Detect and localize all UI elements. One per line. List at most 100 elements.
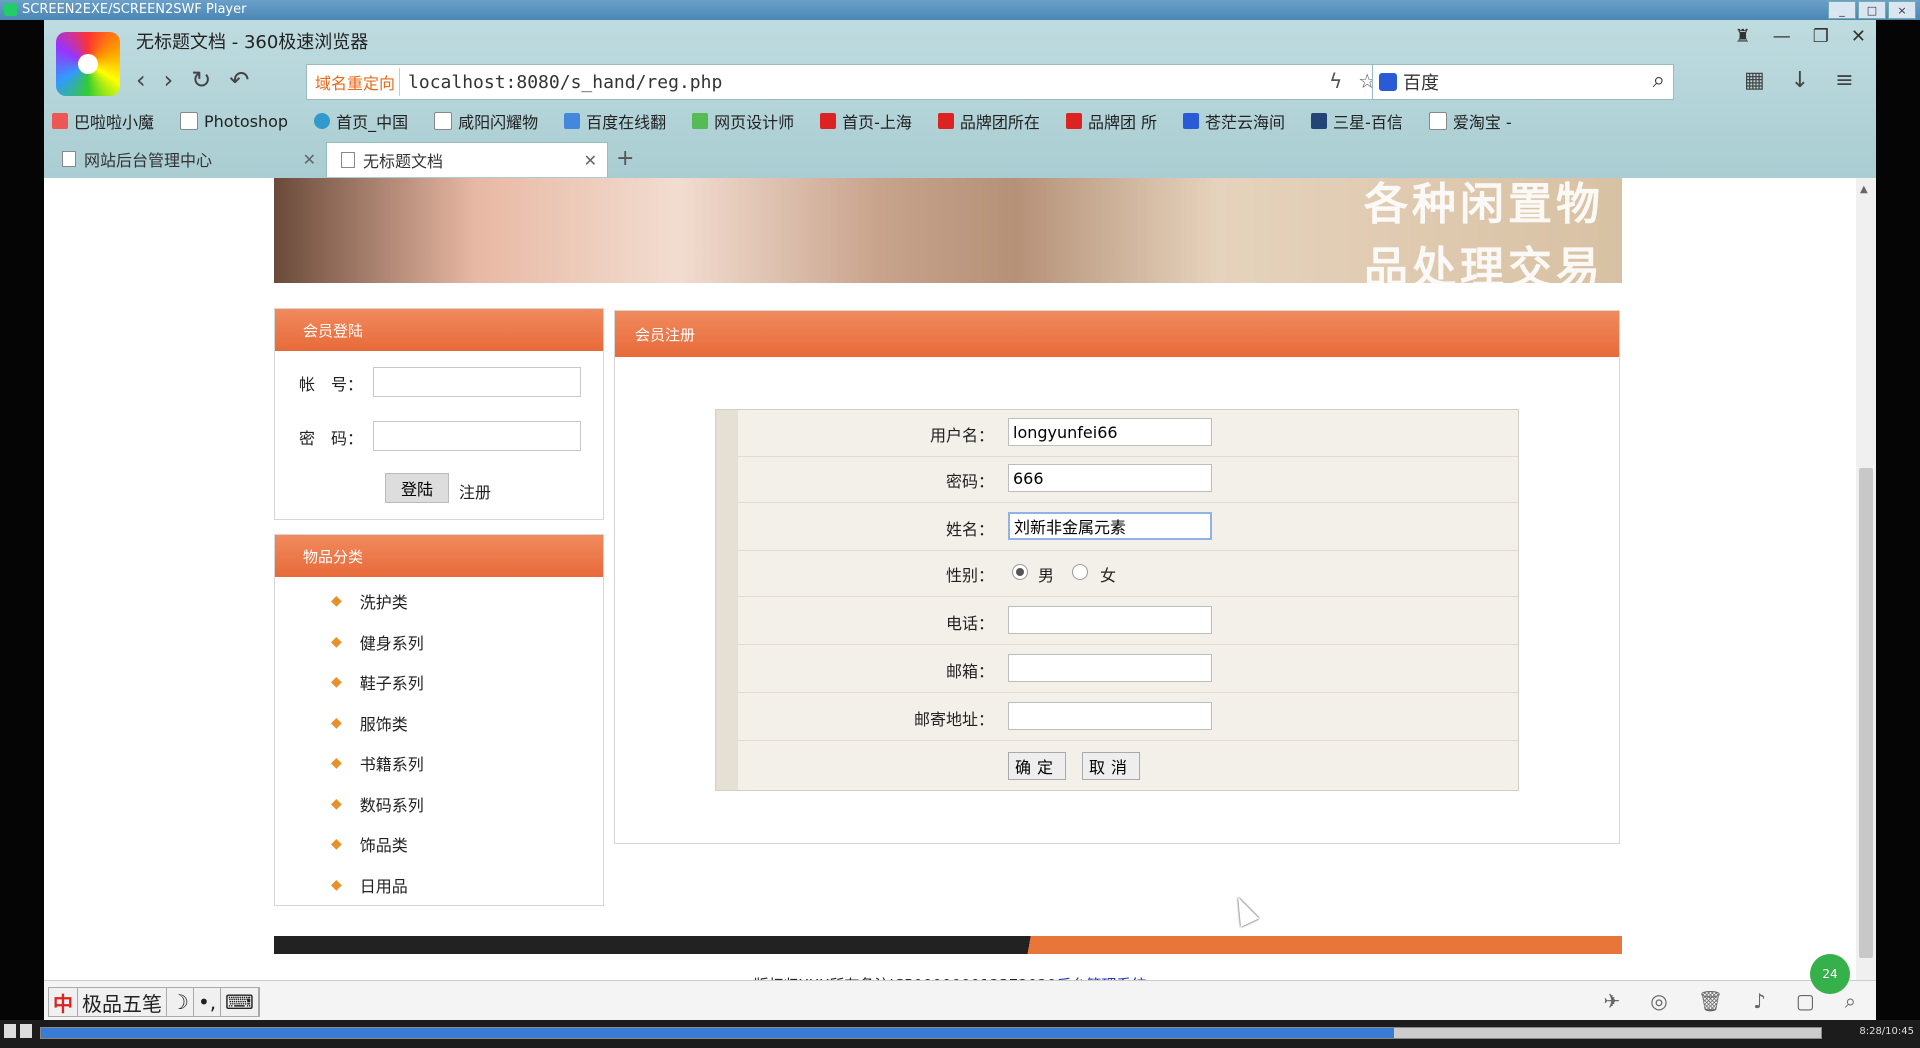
- t-brand-icon: [820, 113, 837, 129]
- password-input[interactable]: [373, 421, 581, 451]
- page-icon: [1428, 112, 1447, 130]
- url-redirect-tag[interactable]: 域名重定向: [311, 68, 401, 96]
- ime-chinese-icon[interactable]: 中: [49, 988, 78, 1016]
- forward-icon[interactable]: ›: [164, 66, 174, 94]
- url-text[interactable]: localhost:8080/s_hand/reg.php: [408, 72, 722, 93]
- bookmark-item[interactable]: 品牌团所在: [937, 108, 1040, 134]
- close-icon[interactable]: ×: [1888, 1, 1916, 19]
- login-button[interactable]: 登陆: [385, 473, 449, 503]
- name-label: 姓名：: [945, 520, 994, 539]
- window-icon[interactable]: ▢: [1796, 989, 1815, 1013]
- gender-female-radio[interactable]: [1072, 564, 1088, 580]
- category-item[interactable]: ◆ 服饰类: [275, 703, 603, 744]
- bookmark-item[interactable]: 咸阳闪耀物: [434, 108, 538, 134]
- form-stripe: [716, 410, 738, 790]
- category-panel: 物品分类 ◆ 洗护类 ◆ 健身系列 ◆ 鞋子系列 ◆ 服饰类 ◆ 书籍系列 ◆ 数码系列 ◆…: [274, 534, 604, 906]
- bullet-icon: ◆: [331, 755, 342, 772]
- reload-icon[interactable]: ↻: [191, 66, 211, 94]
- bullet-icon: ◆: [331, 876, 342, 893]
- confirm-button[interactable]: 确定: [1008, 752, 1067, 780]
- punctuation-icon[interactable]: •,: [194, 988, 222, 1016]
- bookmark-item[interactable]: 三星-百信: [1311, 108, 1403, 134]
- name-input[interactable]: [1008, 512, 1212, 540]
- category-item[interactable]: ◆ 日用品: [275, 865, 603, 906]
- ime-toolbar: 中 极品五笔 ☽ •, ⌨: [48, 987, 260, 1017]
- back-icon[interactable]: ‹: [136, 66, 146, 94]
- bookmark-item[interactable]: 首页_中国: [314, 108, 408, 134]
- category-item[interactable]: ◆ 洗护类: [275, 581, 603, 622]
- screenshot-icon[interactable]: ◎: [1650, 989, 1667, 1013]
- email-label: 邮箱：: [945, 662, 994, 681]
- bookmark-item[interactable]: 爱淘宝 -: [1428, 108, 1512, 134]
- browser-window-controls: ♜ — ❐ ✕: [1735, 26, 1866, 47]
- minimize-icon[interactable]: —: [1773, 26, 1791, 47]
- pin-icon[interactable]: ✈: [1604, 989, 1621, 1013]
- category-item[interactable]: ◆ 健身系列: [275, 622, 603, 663]
- close-icon[interactable]: ✕: [584, 151, 597, 170]
- browser-logo-center: [78, 54, 98, 74]
- moon-icon[interactable]: ☽: [167, 988, 194, 1016]
- ime-name[interactable]: 极品五笔: [78, 988, 167, 1016]
- bookmark-item[interactable]: 苍茫云海间: [1183, 108, 1285, 134]
- browser-chrome: 无标题文档 - 360极速浏览器 ♜ — ❐ ✕ ‹ › ↻ ↶ 域名重定向 l…: [44, 20, 1876, 178]
- pause-icon[interactable]: [4, 1024, 16, 1038]
- progress-bar[interactable]: [40, 1027, 1822, 1039]
- address-input[interactable]: [1008, 702, 1212, 730]
- register-form: 用户名： 密码： 姓名： 性别： 男 女: [715, 409, 1519, 791]
- leaf-icon: [692, 113, 709, 129]
- menu-icon[interactable]: ≡: [1835, 68, 1853, 93]
- password-input[interactable]: [1008, 464, 1212, 492]
- email-input[interactable]: [1008, 654, 1212, 682]
- scroll-up-icon[interactable]: ▲: [1860, 184, 1868, 195]
- bookmark-item[interactable]: 巴啦啦小魔: [52, 108, 154, 134]
- category-item[interactable]: ◆ 书籍系列: [275, 743, 603, 784]
- gender-male-radio[interactable]: [1012, 564, 1028, 580]
- tab-admin[interactable]: 网站后台管理中心 ✕: [48, 142, 326, 176]
- toolbar-right: ▦ ↓ ≡: [1744, 68, 1854, 93]
- t-brand-icon: [937, 113, 954, 129]
- account-label: 帐 号：: [299, 375, 364, 394]
- footer-divider: [274, 936, 1622, 954]
- zoom-icon[interactable]: ⌕: [1845, 989, 1856, 1013]
- close-icon[interactable]: ✕: [1851, 26, 1866, 47]
- trash-icon[interactable]: 🗑: [1698, 989, 1723, 1013]
- bookmark-item[interactable]: 首页-上海: [820, 108, 912, 134]
- category-item[interactable]: ◆ 数码系列: [275, 784, 603, 825]
- bookmark-item[interactable]: 品牌团 所: [1065, 108, 1157, 134]
- search-icon[interactable]: ⌕: [1653, 68, 1665, 93]
- baidu-paw-icon: [1379, 73, 1397, 91]
- maximize-icon[interactable]: □: [1858, 1, 1886, 19]
- plus-icon[interactable]: +: [616, 146, 634, 171]
- category-item[interactable]: ◆ 鞋子系列: [275, 662, 603, 703]
- bookmark-item[interactable]: Photoshop: [180, 108, 288, 134]
- email-row: 邮箱：: [738, 644, 1518, 693]
- keyboard-icon[interactable]: ⌨: [221, 988, 259, 1016]
- minimize-icon[interactable]: _: [1828, 1, 1856, 19]
- undo-icon[interactable]: ↶: [229, 66, 249, 94]
- lightning-icon[interactable]: ϟ: [1329, 69, 1342, 93]
- account-input[interactable]: [373, 367, 581, 397]
- player-titlebar: SCREEN2EXE/SCREEN2SWF Player _ □ ×: [0, 0, 1920, 20]
- vertical-scrollbar[interactable]: ▲: [1856, 178, 1876, 1000]
- gender-female-label: 女: [1100, 566, 1117, 585]
- username-row: 用户名：: [738, 410, 1518, 457]
- address-bar[interactable]: 域名重定向 localhost:8080/s_hand/reg.php ϟ ☆ …: [306, 64, 1418, 100]
- bookmark-item[interactable]: 百度在线翻: [564, 108, 666, 134]
- scroll-thumb[interactable]: [1859, 468, 1873, 958]
- volume-icon[interactable]: ♪: [1753, 989, 1766, 1013]
- restore-icon[interactable]: ❐: [1813, 26, 1829, 47]
- gender-row: 性别： 男 女: [738, 550, 1518, 597]
- apps-icon[interactable]: ▦: [1744, 68, 1765, 93]
- category-item[interactable]: ◆ 饰品类: [275, 824, 603, 865]
- download-icon[interactable]: ↓: [1791, 68, 1809, 93]
- cancel-button[interactable]: 取消: [1082, 752, 1141, 780]
- search-bar[interactable]: 百度 ⌕: [1372, 64, 1674, 100]
- register-link[interactable]: 注册: [459, 479, 491, 503]
- stop-icon[interactable]: [20, 1024, 32, 1038]
- tab-untitled[interactable]: 无标题文档 ✕: [326, 142, 608, 177]
- phone-input[interactable]: [1008, 606, 1212, 634]
- shirt-icon[interactable]: ♜: [1735, 26, 1751, 47]
- close-icon[interactable]: ✕: [303, 150, 316, 169]
- username-input[interactable]: [1008, 418, 1212, 446]
- bookmark-item[interactable]: 网页设计师: [692, 108, 794, 134]
